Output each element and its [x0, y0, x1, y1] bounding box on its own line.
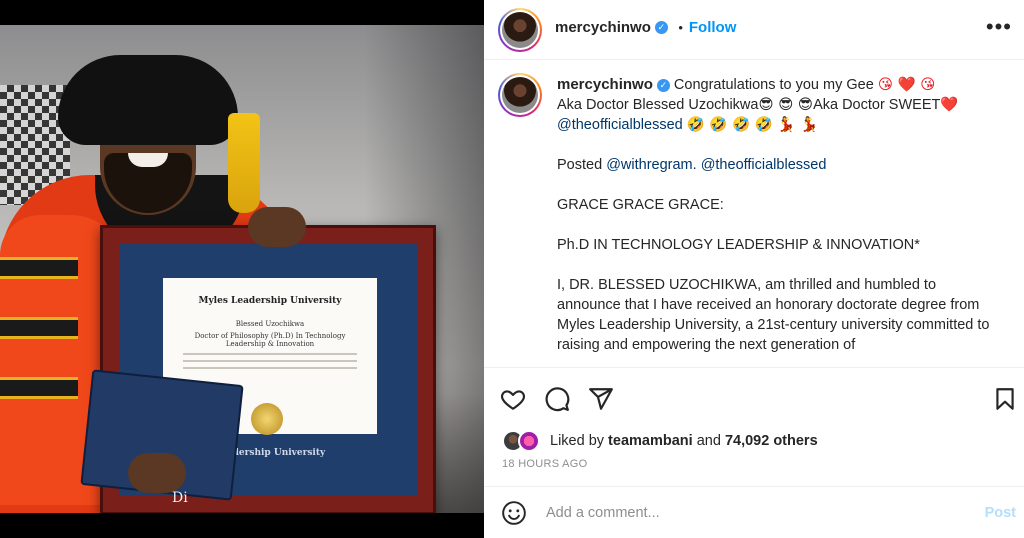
likes-summary: Liked by teamambani and 74,092 others: [502, 430, 1012, 454]
and-label: and: [696, 433, 721, 449]
gold-seal-icon: [251, 403, 283, 435]
mention-link[interactable]: @theofficialblessed: [701, 157, 827, 173]
follow-button[interactable]: Follow: [689, 19, 737, 36]
bookmark-icon[interactable]: [992, 386, 1018, 412]
caption-username[interactable]: mercychinwo: [557, 76, 653, 93]
verified-badge-icon: ✓: [654, 21, 668, 35]
gown-stripe: [0, 317, 78, 339]
comment-icon[interactable]: [544, 386, 570, 412]
liked-by-user[interactable]: teamambani: [608, 433, 693, 449]
verified-badge-icon: ✓: [656, 78, 670, 92]
post-timestamp[interactable]: 18 HOURS AGO: [502, 458, 588, 470]
caption-text: Congratulations to you my Gee: [673, 77, 874, 93]
posted-label: Posted: [557, 157, 603, 173]
mention-link[interactable]: @withregram.: [606, 157, 696, 173]
caption-emojis: 😎 😎 😎: [758, 97, 814, 113]
heart-icon[interactable]: [500, 386, 526, 412]
caption-text: I, DR. BLESSED UZOCHIKWA, am thrilled an…: [557, 277, 990, 353]
post-comment-button[interactable]: Post: [985, 505, 1016, 521]
likes-text: Liked by teamambani and 74,092 others: [550, 433, 818, 449]
caption-scroll-area[interactable]: mercychinwo ✓ Congratulations to you my G…: [484, 61, 1024, 367]
action-bar: [484, 367, 1024, 427]
post-media[interactable]: Myles Leadership University Blessed Uzoc…: [0, 0, 484, 538]
liker-avatar[interactable]: [518, 430, 540, 452]
caption-text: Aka Doctor SWEET: [813, 97, 941, 113]
caption-text: GRACE GRACE GRACE:: [557, 197, 724, 213]
header-separator: •: [678, 20, 683, 35]
cap-tassel: [228, 113, 260, 213]
certificate-name: Blessed Uzochikwa: [235, 320, 305, 328]
heart-emoji: ❤️: [940, 97, 959, 113]
liked-by-label: Liked by: [550, 433, 605, 449]
certificate-title: Myles Leadership University: [198, 296, 342, 306]
author-line: mercychinwo ✓ • Follow: [555, 19, 736, 37]
post-caption: mercychinwo ✓ Congratulations to you my G…: [557, 75, 997, 355]
graduation-cap: [58, 55, 238, 145]
gown-stripe: [0, 257, 78, 279]
author-username[interactable]: mercychinwo: [555, 19, 651, 36]
person-hand: [128, 453, 186, 493]
photographer-signature: Di: [172, 490, 188, 506]
post-photo[interactable]: Myles Leadership University Blessed Uzoc…: [0, 25, 484, 513]
caption-emojis: 🤣 🤣 🤣 🤣 💃 💃: [686, 117, 819, 133]
others-count[interactable]: 74,092 others: [725, 433, 818, 449]
caption-author-avatar[interactable]: [498, 73, 542, 117]
author-avatar[interactable]: [498, 8, 542, 52]
caption-emojis: 😘 ❤️ 😘: [877, 77, 936, 93]
emoji-icon[interactable]: [501, 500, 527, 526]
share-icon[interactable]: [588, 386, 614, 412]
caption-text: Aka Doctor Blessed Uzochikwa: [557, 97, 759, 113]
comment-input[interactable]: Add a comment...: [546, 505, 660, 521]
certificate-degree: Doctor of Philosophy (Ph.D) In Technolog…: [194, 332, 346, 348]
certificate-text-lines: [163, 353, 377, 369]
liker-avatars[interactable]: [502, 430, 544, 452]
gown-stripe: [0, 377, 78, 399]
post-panel: mercychinwo ✓ • Follow ••• mercychinwo ✓ Co…: [484, 0, 1024, 538]
person-hand: [248, 207, 306, 247]
post-header: mercychinwo ✓ • Follow •••: [484, 0, 1024, 60]
mention-link[interactable]: @theofficialblessed: [557, 117, 683, 133]
comment-bar: Add a comment... Post: [484, 486, 1024, 538]
more-options-icon[interactable]: •••: [986, 16, 1012, 38]
caption-text: Ph.D IN TECHNOLOGY LEADERSHIP & INNOVATI…: [557, 237, 920, 253]
